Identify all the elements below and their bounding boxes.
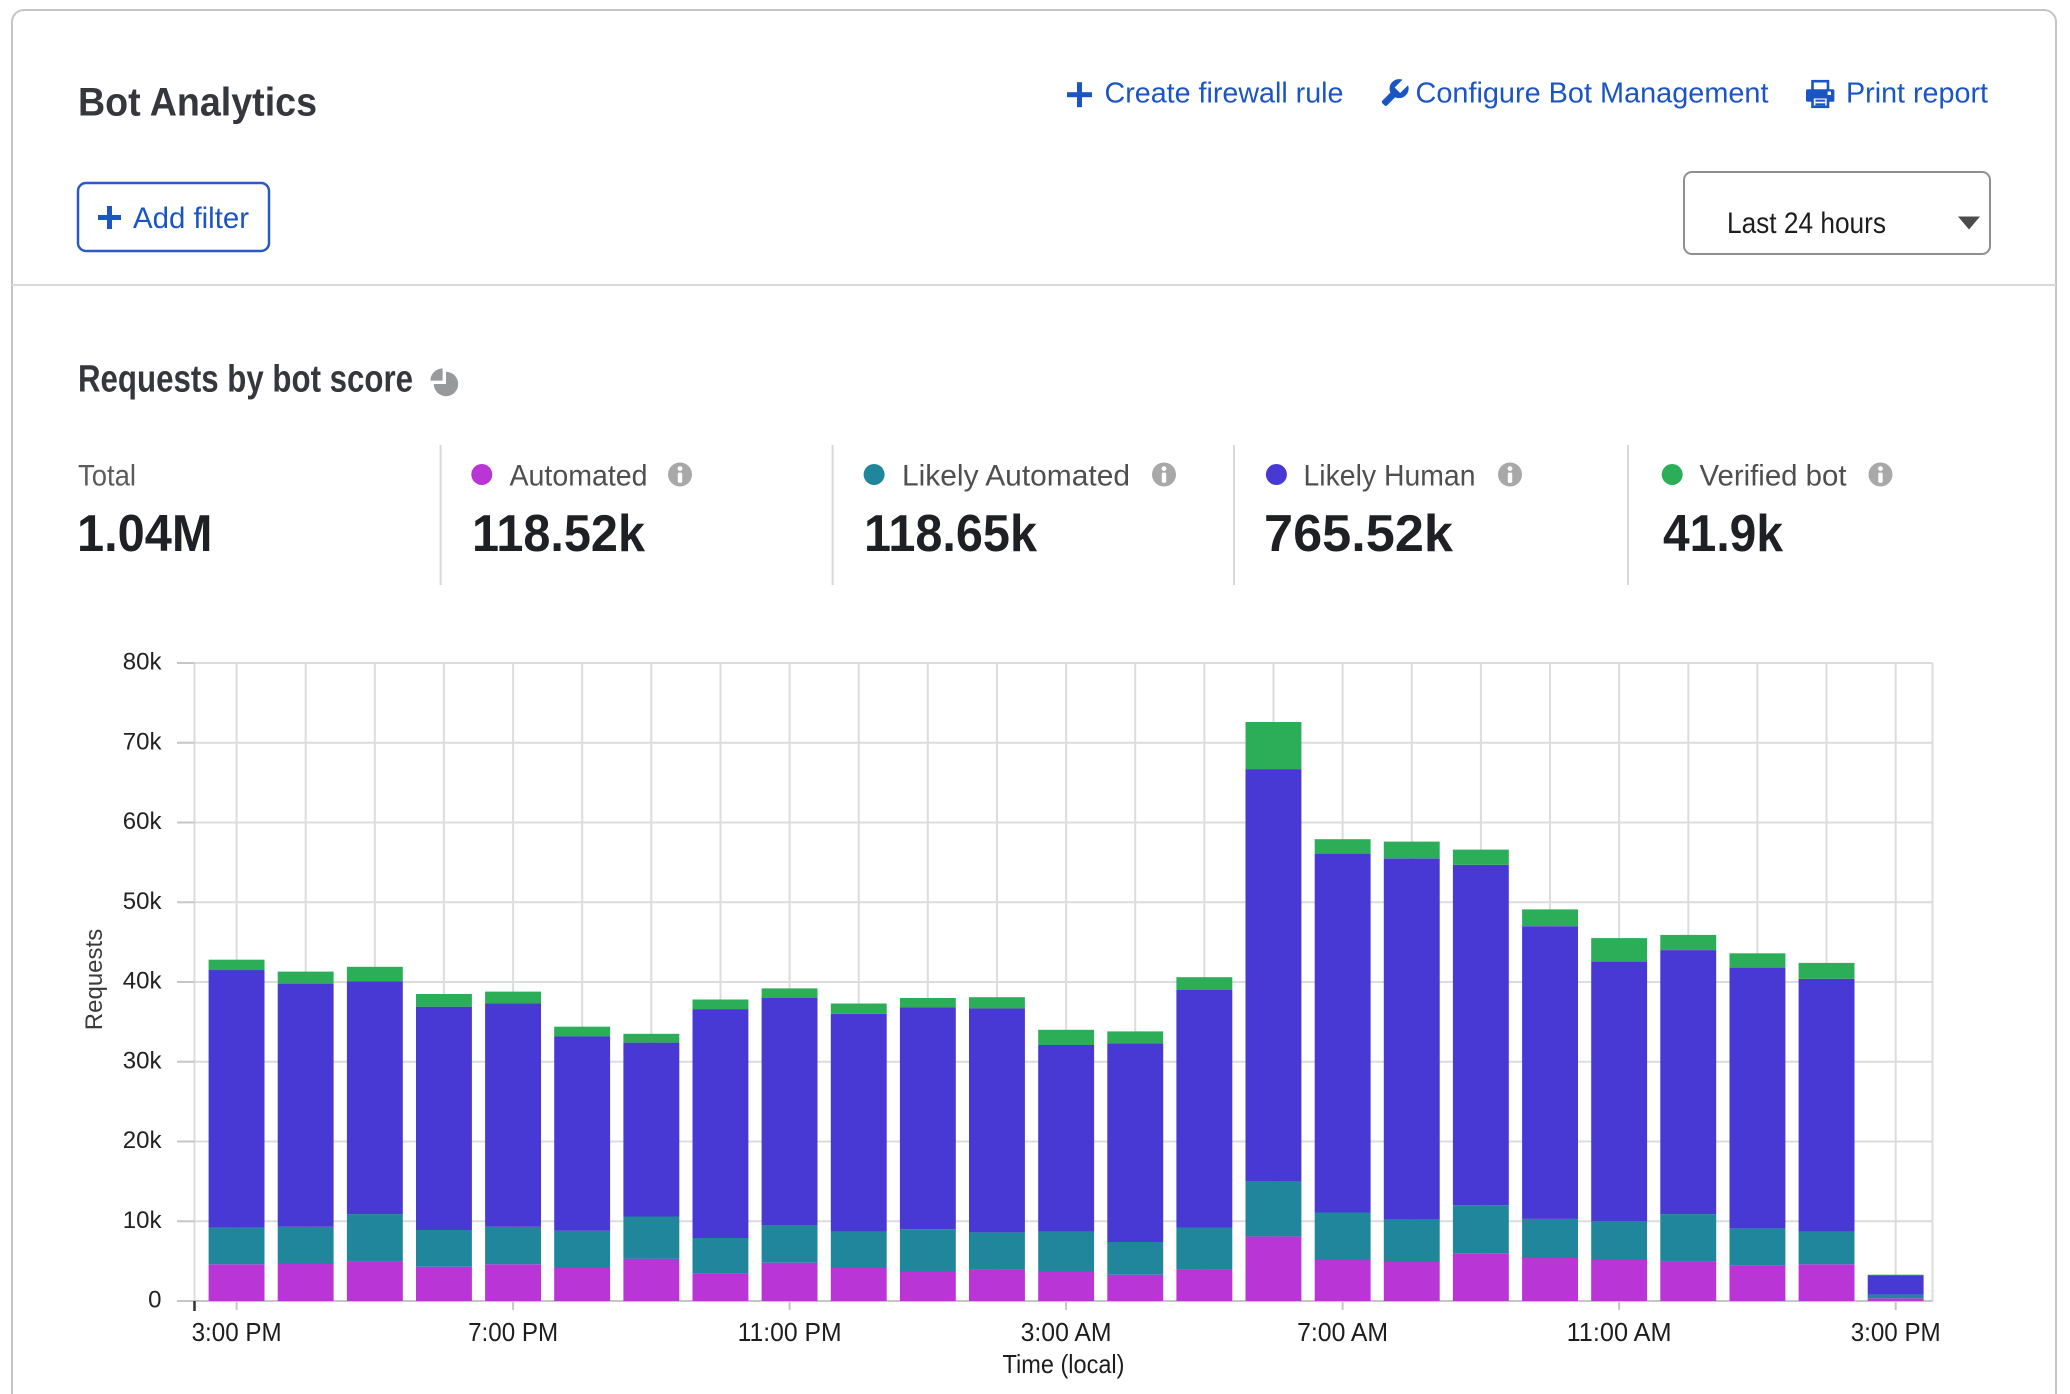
svg-text:60k: 60k bbox=[123, 808, 163, 835]
svg-text:50k: 50k bbox=[123, 888, 163, 915]
svg-text:3:00 PM: 3:00 PM bbox=[1851, 1317, 1941, 1347]
svg-text:Bot Analytics: Bot Analytics bbox=[78, 81, 317, 125]
svg-text:Likely Automated: Likely Automated bbox=[902, 460, 1130, 493]
svg-text:11:00 AM: 11:00 AM bbox=[1567, 1317, 1672, 1347]
svg-text:Last 24 hours: Last 24 hours bbox=[1727, 207, 1886, 240]
svg-text:1.04M: 1.04M bbox=[77, 505, 213, 563]
svg-text:118.65k: 118.65k bbox=[864, 505, 1037, 563]
svg-text:118.52k: 118.52k bbox=[472, 505, 645, 563]
svg-text:80k: 80k bbox=[123, 649, 163, 676]
svg-text:Time (local): Time (local) bbox=[1003, 1349, 1125, 1379]
svg-text:10k: 10k bbox=[123, 1207, 163, 1234]
svg-text:40k: 40k bbox=[123, 968, 163, 995]
svg-text:7:00 PM: 7:00 PM bbox=[468, 1317, 558, 1347]
svg-text:20k: 20k bbox=[123, 1127, 163, 1154]
svg-text:Requests by bot score: Requests by bot score bbox=[78, 359, 413, 401]
svg-text:Add filter: Add filter bbox=[133, 202, 249, 235]
svg-text:Verified bot: Verified bot bbox=[1700, 460, 1848, 493]
svg-text:3:00 AM: 3:00 AM bbox=[1021, 1317, 1112, 1347]
svg-text:30k: 30k bbox=[123, 1048, 163, 1075]
svg-text:Total: Total bbox=[78, 460, 136, 493]
svg-text:Likely Human: Likely Human bbox=[1304, 460, 1476, 493]
svg-text:Print report: Print report bbox=[1846, 78, 1988, 110]
svg-text:765.52k: 765.52k bbox=[1264, 505, 1453, 563]
svg-text:Requests: Requests bbox=[81, 929, 108, 1030]
svg-text:Automated: Automated bbox=[510, 460, 648, 493]
svg-text:Create firewall rule: Create firewall rule bbox=[1105, 78, 1344, 110]
svg-text:41.9k: 41.9k bbox=[1663, 505, 1783, 563]
svg-text:11:00 PM: 11:00 PM bbox=[738, 1317, 842, 1347]
svg-text:7:00 AM: 7:00 AM bbox=[1297, 1317, 1388, 1347]
svg-text:0: 0 bbox=[148, 1287, 161, 1314]
svg-text:70k: 70k bbox=[123, 729, 163, 756]
svg-text:Configure Bot Management: Configure Bot Management bbox=[1416, 78, 1769, 110]
svg-text:3:00 PM: 3:00 PM bbox=[192, 1317, 282, 1347]
